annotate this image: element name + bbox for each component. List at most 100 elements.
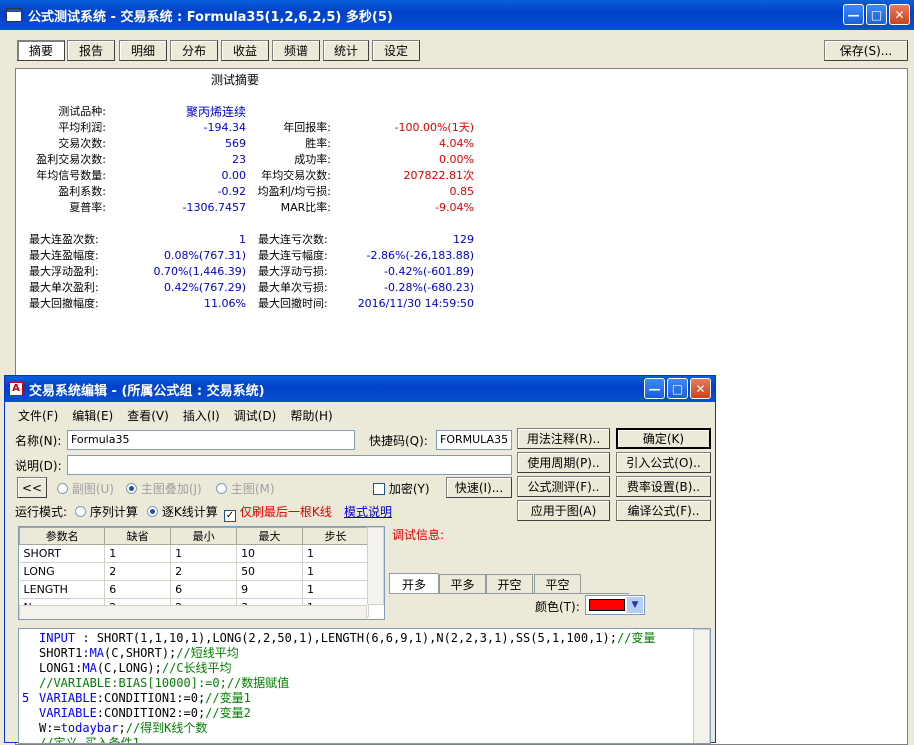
maximize-icon[interactable]: □ bbox=[866, 4, 887, 25]
tab-4[interactable]: 收益 bbox=[221, 40, 269, 61]
signal-tab-0[interactable]: 开多 bbox=[389, 573, 439, 594]
kline-calc-radio[interactable]: 逐K线计算 bbox=[147, 503, 218, 520]
param-cell[interactable]: 1 bbox=[104, 544, 172, 563]
signal-tab-3[interactable]: 平空 bbox=[534, 574, 581, 594]
param-cell[interactable]: 6 bbox=[170, 580, 238, 599]
editor-close-icon[interactable]: ✕ bbox=[690, 378, 711, 399]
param-cell[interactable]: 2 bbox=[104, 562, 172, 581]
main-chart-radio[interactable]: 主图(M) bbox=[216, 480, 275, 497]
tab-1[interactable]: 报告 bbox=[67, 40, 115, 61]
param-cell[interactable]: 1 bbox=[170, 544, 238, 563]
param-cell[interactable]: 6 bbox=[104, 580, 172, 599]
code-line[interactable]: W:=todaybar;//得到K线个数 bbox=[39, 721, 207, 736]
code-vscrollbar[interactable] bbox=[693, 629, 710, 743]
fee-settings-button[interactable]: 费率设置(B).. bbox=[616, 476, 711, 497]
refresh-last-checkbox[interactable]: ✓ 仅刷最后一根K线 bbox=[224, 503, 332, 522]
code-editor[interactable]: INPUT : SHORT(1,1,10,1),LONG(2,2,50,1),L… bbox=[18, 628, 711, 744]
color-select[interactable]: ▼ bbox=[585, 595, 645, 615]
formula-evaluate-button[interactable]: 公式测评(F).. bbox=[517, 476, 610, 497]
param-cell[interactable]: 1 bbox=[302, 562, 369, 581]
save-button[interactable]: 保存(S)... bbox=[824, 40, 908, 61]
line-number: 5 bbox=[22, 691, 30, 705]
param-cell[interactable]: 1 bbox=[302, 544, 369, 563]
refresh-last-label: 仅刷最后一根K线 bbox=[239, 505, 332, 519]
param-cell[interactable]: SHORT bbox=[19, 544, 106, 563]
menu-item-1[interactable]: 编辑(E) bbox=[65, 403, 120, 425]
editor-maximize-icon[interactable]: □ bbox=[667, 378, 688, 399]
seq-calc-radio-dot bbox=[75, 506, 86, 517]
tab-3[interactable]: 分布 bbox=[170, 40, 218, 61]
code-line[interactable]: VARIABLE:CONDITION1:=0;//变量1 bbox=[39, 691, 251, 706]
usage-notes-button[interactable]: 用法注释(R).. bbox=[517, 428, 610, 449]
param-table[interactable]: 参数名 缺省 最小 最大 步长 SHORT 1 1 10 1 LONG 2 2 50 1 LENGTH 6 6 9… bbox=[18, 526, 385, 620]
code-line[interactable]: LONG1:MA(C,LONG);//C长线平均 bbox=[39, 661, 232, 676]
menu-item-0[interactable]: 文件(F) bbox=[11, 403, 65, 425]
summary-label: MAR比率: bbox=[280, 201, 331, 214]
tab-5[interactable]: 频谱 bbox=[272, 40, 320, 61]
usage-period-button[interactable]: 使用周期(P).. bbox=[517, 452, 610, 473]
table-row[interactable]: LENGTH 6 6 9 1 bbox=[19, 580, 369, 599]
main-overlay-radio[interactable]: 主图叠加(J) bbox=[126, 480, 202, 497]
summary-label: 盈利系数: bbox=[58, 185, 106, 198]
param-header[interactable]: 缺省 bbox=[104, 527, 172, 545]
code-token: //VARIABLE:BIAS[10000]:=0;//数据赋值 bbox=[39, 676, 290, 690]
param-header[interactable]: 最大 bbox=[236, 527, 303, 545]
param-hscrollbar[interactable] bbox=[19, 605, 367, 619]
signal-tab-2[interactable]: 开空 bbox=[486, 574, 533, 594]
editor-minimize-icon[interactable]: — bbox=[644, 378, 665, 399]
code-token: INPUT bbox=[39, 631, 76, 645]
compile-formula-button[interactable]: 编译公式(F).. bbox=[616, 500, 711, 521]
table-row[interactable]: LONG 2 2 50 1 bbox=[19, 562, 369, 581]
signal-tab-1[interactable]: 平多 bbox=[439, 574, 486, 594]
description-label: 说明(D): bbox=[15, 459, 62, 473]
minimize-icon[interactable]: — bbox=[843, 4, 864, 25]
encrypt-checkbox[interactable]: 加密(Y) bbox=[373, 480, 430, 497]
seq-calc-radio[interactable]: 序列计算 bbox=[75, 503, 138, 520]
param-header[interactable]: 步长 bbox=[302, 527, 369, 545]
param-cell[interactable]: 2 bbox=[170, 562, 238, 581]
param-cell[interactable]: LONG bbox=[19, 562, 106, 581]
code-line[interactable]: INPUT : SHORT(1,1,10,1),LONG(2,2,50,1),L… bbox=[39, 631, 655, 646]
collapse-button[interactable]: << bbox=[17, 477, 47, 498]
chevron-down-icon[interactable]: ▼ bbox=[627, 597, 643, 613]
param-cell[interactable]: LENGTH bbox=[19, 580, 106, 599]
summary-value: 2016/11/30 14:59:50 bbox=[357, 297, 474, 310]
param-vscrollbar[interactable] bbox=[367, 527, 384, 605]
code-line[interactable]: VARIABLE:CONDITION2:=0;//变量2 bbox=[39, 706, 251, 721]
param-header[interactable]: 参数名 bbox=[19, 527, 106, 545]
code-line[interactable]: //VARIABLE:BIAS[10000]:=0;//数据赋值 bbox=[39, 676, 289, 691]
name-input[interactable]: Formula35 bbox=[67, 430, 355, 450]
apply-to-chart-button[interactable]: 应用于图(A) bbox=[517, 500, 610, 521]
close-icon[interactable]: ✕ bbox=[889, 4, 910, 25]
main-title-bar[interactable]: 公式测试系统 - 交易系统 : Formula35(1,2,6,2,5) 多秒(… bbox=[0, 0, 914, 30]
param-header[interactable]: 最小 bbox=[170, 527, 238, 545]
tab-7[interactable]: 设定 bbox=[372, 40, 420, 61]
tab-2[interactable]: 明细 bbox=[119, 40, 167, 61]
tab-6[interactable]: 统计 bbox=[323, 40, 369, 61]
import-formula-button[interactable]: 引入公式(O).. bbox=[616, 452, 711, 473]
menu-item-4[interactable]: 调试(D) bbox=[227, 403, 284, 425]
encrypt-check-box bbox=[373, 483, 385, 495]
tab-divider bbox=[389, 593, 629, 594]
summary-value: 0.00% bbox=[439, 153, 474, 166]
param-cell[interactable]: 10 bbox=[236, 544, 303, 563]
main-chart-radio-dot bbox=[216, 483, 227, 494]
fast-button[interactable]: 快速(I)... bbox=[446, 477, 512, 498]
table-row[interactable]: SHORT 1 1 10 1 bbox=[19, 544, 369, 563]
menu-item-3[interactable]: 插入(I) bbox=[176, 403, 227, 425]
confirm-button[interactable]: 确定(K) bbox=[616, 428, 711, 449]
menu-item-2[interactable]: 查看(V) bbox=[120, 403, 176, 425]
editor-title-bar[interactable]: A 交易系统编辑 - (所属公式组 : 交易系统) — □ ✕ bbox=[5, 376, 715, 402]
param-cell[interactable]: 50 bbox=[236, 562, 303, 581]
subchart-radio[interactable]: 副图(U) bbox=[57, 480, 114, 497]
menu-item-5[interactable]: 帮助(H) bbox=[283, 403, 339, 425]
code-token: todaybar bbox=[60, 721, 119, 735]
shortcut-input[interactable]: FORMULA35 bbox=[436, 430, 512, 450]
tab-0[interactable]: 摘要 bbox=[17, 40, 65, 61]
summary-label: 最大连亏次数: bbox=[258, 233, 328, 246]
param-cell[interactable]: 9 bbox=[236, 580, 303, 599]
param-cell[interactable]: 1 bbox=[302, 580, 369, 599]
mode-help-link[interactable]: 模式说明 bbox=[344, 503, 392, 520]
description-input[interactable] bbox=[67, 455, 512, 475]
code-line[interactable]: SHORT1:MA(C,SHORT);//短线平均 bbox=[39, 646, 239, 661]
